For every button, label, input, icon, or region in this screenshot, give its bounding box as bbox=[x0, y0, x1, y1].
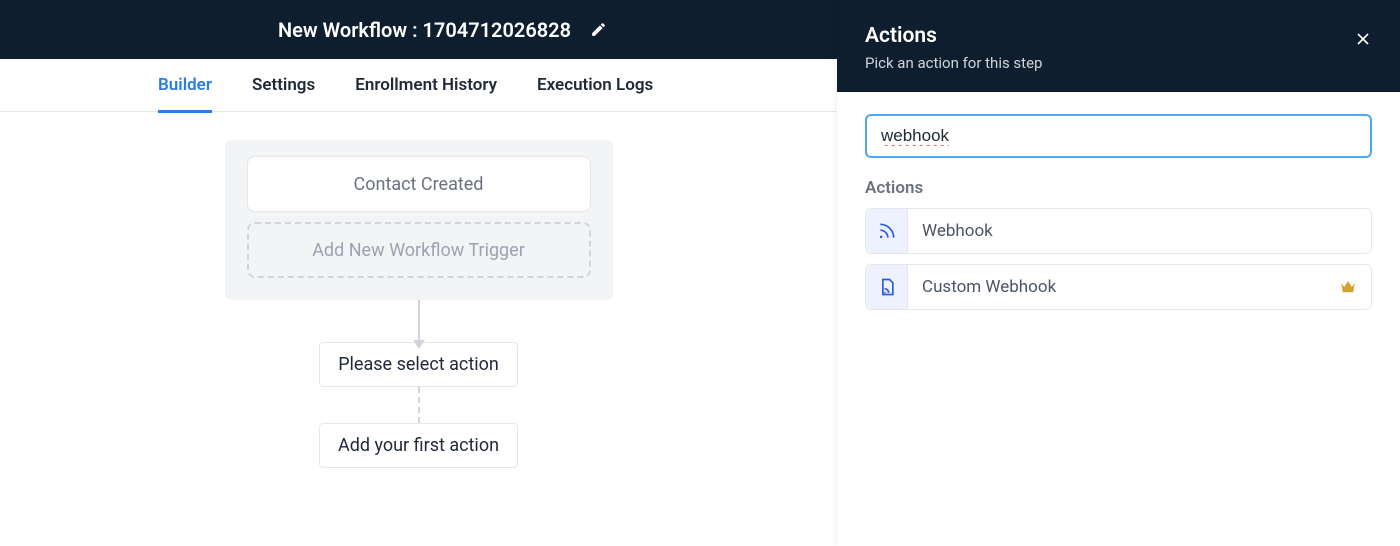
panel-body: Actions Webhook Custom Webhook bbox=[837, 92, 1400, 332]
add-trigger-button[interactable]: Add New Workflow Trigger bbox=[247, 222, 591, 278]
workflow-title: New Workflow : 1704712026828 bbox=[278, 18, 571, 42]
rss-icon bbox=[877, 221, 897, 241]
action-item-custom-webhook[interactable]: Custom Webhook bbox=[865, 264, 1372, 310]
action-search-input[interactable] bbox=[865, 114, 1372, 158]
connector-line bbox=[418, 300, 420, 342]
panel-title: Actions bbox=[865, 24, 1372, 48]
crown-icon bbox=[1339, 278, 1357, 296]
arrow-down-icon bbox=[413, 340, 425, 349]
close-icon bbox=[1353, 29, 1373, 49]
tab-settings[interactable]: Settings bbox=[252, 59, 315, 112]
actions-section-label: Actions bbox=[865, 178, 1372, 198]
actions-panel: Actions Pick an action for this step Act… bbox=[837, 0, 1400, 546]
action-item-label: Custom Webhook bbox=[908, 277, 1339, 297]
add-first-action-card[interactable]: Add your first action bbox=[319, 423, 518, 468]
action-item-webhook[interactable]: Webhook bbox=[865, 208, 1372, 254]
actions-list: Webhook Custom Webhook bbox=[865, 208, 1372, 310]
tab-builder[interactable]: Builder bbox=[158, 59, 212, 112]
doc-rss-icon bbox=[877, 277, 897, 297]
workflow-canvas: Contact Created Add New Workflow Trigger… bbox=[0, 112, 837, 546]
trigger-card[interactable]: Contact Created bbox=[247, 156, 591, 212]
tab-enrollment-history[interactable]: Enrollment History bbox=[355, 59, 497, 112]
premium-badge bbox=[1339, 278, 1371, 296]
pencil-icon bbox=[590, 21, 607, 38]
action-icon-box bbox=[866, 265, 908, 309]
tab-execution-logs[interactable]: Execution Logs bbox=[537, 59, 653, 112]
action-icon-box bbox=[866, 209, 908, 253]
panel-subtitle: Pick an action for this step bbox=[865, 54, 1372, 72]
close-panel-button[interactable] bbox=[1350, 26, 1376, 52]
panel-header: Actions Pick an action for this step bbox=[837, 0, 1400, 92]
trigger-group: Contact Created Add New Workflow Trigger bbox=[225, 140, 613, 300]
edit-title-button[interactable] bbox=[587, 19, 609, 41]
action-item-label: Webhook bbox=[908, 221, 1371, 241]
connector-dashed bbox=[418, 387, 420, 423]
